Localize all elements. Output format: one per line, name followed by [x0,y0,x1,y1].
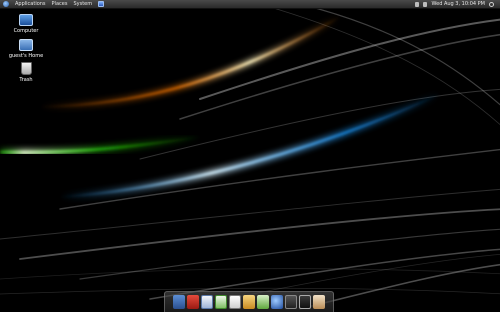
pdf-reader-icon[interactable] [187,295,199,309]
top-panel: Applications Places System Wed Aug 3, 10… [0,0,500,9]
desktop-wallpaper [0,9,500,312]
checkbox-icon[interactable] [257,295,269,309]
desktop-icon-home[interactable]: guest's Home [4,39,48,59]
menu-applications[interactable]: Applications [12,0,49,9]
desktop-icon-computer[interactable]: Computer [4,14,48,34]
eye-icon[interactable] [313,295,325,309]
desktop-icon-label: guest's Home [8,53,44,59]
desktop-icon-label: Trash [19,77,33,83]
distro-logo-icon[interactable] [3,1,9,7]
browser-launcher-icon[interactable] [98,1,105,7]
panel-clock[interactable]: Wed Aug 3, 10:04 PM [431,0,485,9]
spreadsheet-icon[interactable] [215,295,227,309]
dock [164,291,334,312]
home-folder-icon [19,39,33,51]
anchor-icon[interactable] [173,295,185,309]
text-file-icon[interactable] [229,295,241,309]
browser-icon[interactable] [271,295,283,309]
menu-places[interactable]: Places [49,0,71,9]
volume-icon[interactable] [423,1,428,7]
network-icon[interactable] [415,1,420,7]
media-player-icon[interactable] [285,295,297,309]
panel-menus: Applications Places System [0,0,105,9]
power-icon[interactable] [489,1,494,7]
desktop-icon-trash[interactable]: Trash [4,62,48,83]
clapperboard-icon[interactable] [299,295,311,309]
desktop-icon-label: Computer [13,28,39,34]
trash-icon [20,62,32,75]
image-editor-icon[interactable] [243,295,255,309]
system-tray: Wed Aug 3, 10:04 PM [415,0,500,9]
computer-icon [19,14,33,26]
document-icon[interactable] [201,295,213,309]
menu-system[interactable]: System [70,0,95,9]
